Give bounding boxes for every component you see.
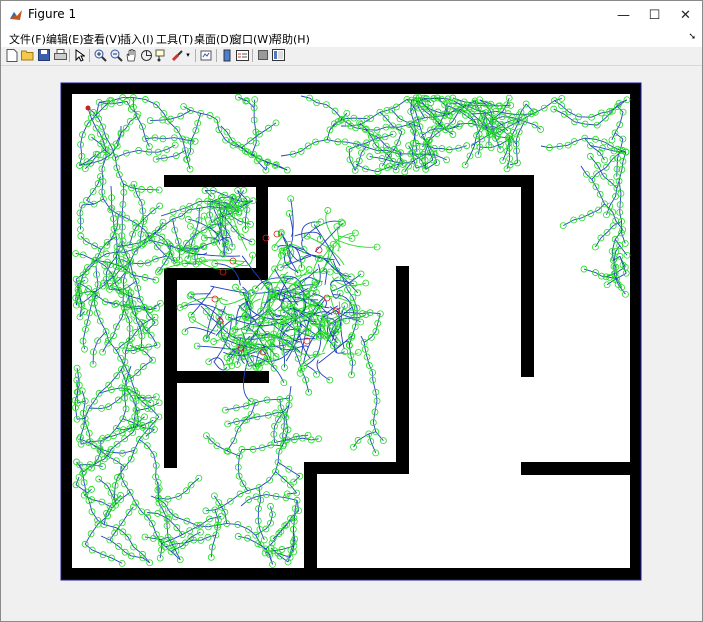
- title-bar[interactable]: Figure 1 — ☐ ✕: [1, 1, 702, 29]
- tree-edge: [110, 185, 113, 198]
- menu-window[interactable]: 窗口(W): [231, 31, 272, 47]
- tree-edge: [423, 153, 436, 156]
- menu-tools[interactable]: 工具(T): [156, 31, 193, 47]
- tree-edge: [128, 328, 131, 341]
- tree-edge: [95, 265, 98, 275]
- matlab-figure-icon: [9, 8, 23, 22]
- new-figure-icon[interactable]: [5, 48, 19, 62]
- open-file-icon[interactable]: [21, 48, 35, 62]
- edit-plot-arrow-icon[interactable]: [73, 48, 87, 62]
- toolbar-separator: [252, 49, 253, 62]
- tree-edge: [141, 346, 149, 349]
- menu-file[interactable]: 文件(F): [9, 31, 46, 47]
- menu-insert[interactable]: 插入(I): [120, 31, 154, 47]
- figure-canvas[interactable]: [1, 66, 702, 621]
- link-plot-icon[interactable]: [199, 48, 213, 62]
- zoom-out-icon[interactable]: [109, 48, 123, 62]
- tree-edge: [115, 236, 118, 247]
- tree-edge: [80, 437, 82, 445]
- brush-icon[interactable]: [170, 48, 184, 62]
- menu-edit[interactable]: 编辑(E): [46, 31, 84, 47]
- tree-edge: [267, 398, 280, 401]
- tree-edge: [345, 117, 354, 120]
- figure-window: Figure 1 — ☐ ✕ 文件(F) 编辑(E) 查看(V) 插入(I) 工…: [0, 0, 703, 622]
- tree-edge: [253, 99, 256, 108]
- zoom-in-icon[interactable]: [93, 48, 107, 62]
- window-title: Figure 1: [28, 7, 77, 21]
- menu-view[interactable]: 查看(V): [83, 31, 121, 47]
- tree-edge: [198, 208, 200, 221]
- rotate-3d-icon[interactable]: [139, 48, 153, 62]
- menu-bar: 文件(F) 编辑(E) 查看(V) 插入(I) 工具(T) 桌面(D) 窗口(W…: [1, 29, 702, 47]
- dock-arrow-icon[interactable]: ➘: [688, 32, 696, 42]
- close-button[interactable]: ✕: [669, 1, 702, 29]
- toolbar-separator: [195, 49, 196, 62]
- minimize-button[interactable]: —: [607, 1, 640, 29]
- figure-toolbar: ▾: [1, 47, 702, 66]
- menu-desktop[interactable]: 桌面(D): [194, 31, 233, 47]
- colorbar-icon[interactable]: [220, 48, 234, 62]
- toolbar-separator: [69, 49, 70, 62]
- brush-dropdown-icon[interactable]: ▾: [184, 48, 192, 62]
- save-icon[interactable]: [37, 48, 51, 62]
- legend-icon[interactable]: [235, 48, 249, 62]
- hide-plot-tools-icon[interactable]: [256, 48, 270, 62]
- maze-plot: [60, 82, 642, 581]
- toolbar-separator: [89, 49, 90, 62]
- pan-hand-icon[interactable]: [124, 48, 138, 62]
- show-plot-tools-icon[interactable]: [271, 48, 285, 62]
- print-icon[interactable]: [53, 48, 67, 62]
- tree-edge: [150, 119, 163, 121]
- data-cursor-icon[interactable]: [154, 48, 168, 62]
- tree-edge: [121, 227, 123, 236]
- maximize-button[interactable]: ☐: [638, 1, 671, 29]
- start-marker: [85, 105, 91, 111]
- menu-help[interactable]: 帮助(H): [271, 31, 310, 47]
- toolbar-separator: [216, 49, 217, 62]
- tree-edge: [616, 158, 618, 170]
